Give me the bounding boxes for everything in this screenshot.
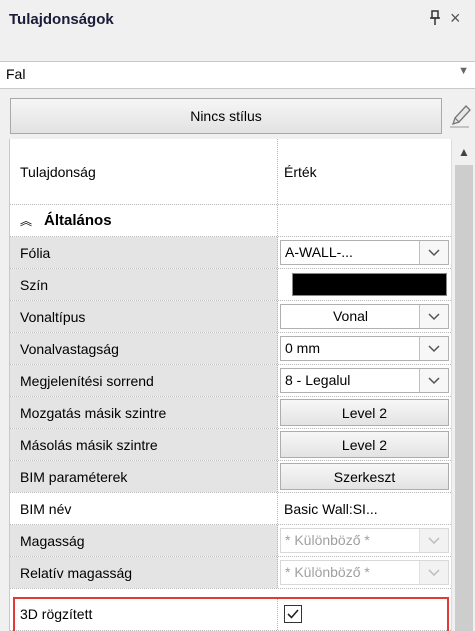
property-name: Másolás másik szintre xyxy=(10,429,278,460)
draw-order-combobox[interactable]: 8 - Legalul xyxy=(280,368,449,393)
property-grid: Tulajdonság Érték ︽ Általános Fólia A-WAL… xyxy=(9,139,451,631)
chevron-down-icon xyxy=(419,561,448,584)
style-button[interactable]: Nincs stílus xyxy=(10,98,442,134)
property-name: Relatív magasság xyxy=(10,557,278,588)
scroll-up-icon[interactable]: ▲ xyxy=(458,145,470,159)
move-to-level-button[interactable]: Level 2 xyxy=(280,399,449,426)
chevron-down-icon[interactable] xyxy=(419,337,448,360)
pencil-icon[interactable] xyxy=(447,102,473,130)
relative-height-combobox: * Különböző * xyxy=(280,560,449,585)
relative-height-value: * Különböző * xyxy=(285,564,370,580)
section-general[interactable]: ︽ Általános xyxy=(10,205,451,237)
grid-header-row: Tulajdonság Érték xyxy=(10,139,451,205)
fixed-3d-checkbox[interactable] xyxy=(284,604,302,623)
chevron-down-icon: ▼ xyxy=(458,65,469,77)
layer-value: A-WALL-... xyxy=(285,244,353,260)
property-row-megjelenitesi-sorrend: Megjelenítési sorrend 8 - Legalul xyxy=(10,365,451,397)
chevron-down-icon xyxy=(419,529,448,552)
copy-to-level-button[interactable]: Level 2 xyxy=(280,431,449,458)
height-combobox: * Különböző * xyxy=(280,528,449,553)
property-row-szin: Szín xyxy=(10,269,451,301)
property-row-masolas: Másolás másik szintre Level 2 xyxy=(10,429,451,461)
property-name: 3D rögzített xyxy=(10,597,278,630)
edit-bim-parameters-button[interactable]: Szerkeszt xyxy=(280,463,449,490)
property-name: Vonaltípus xyxy=(10,301,278,332)
property-row-vonaltipus: Vonaltípus Vonal xyxy=(10,301,451,333)
property-row-magassag: Magasság * Különböző * xyxy=(10,525,451,557)
panel-title: Tulajdonságok xyxy=(9,11,114,28)
property-row-bim-nev: BIM név Basic Wall:SI... xyxy=(10,493,451,525)
style-button-label: Nincs stílus xyxy=(190,108,262,124)
property-name: Mozgatás másik szintre xyxy=(10,397,278,428)
layer-combobox[interactable]: A-WALL-... xyxy=(280,240,449,265)
property-name: BIM név xyxy=(10,493,278,524)
property-row-folia: Fólia A-WALL-... xyxy=(10,237,451,269)
lineweight-combobox[interactable]: 0 mm xyxy=(280,336,449,361)
pin-icon[interactable] xyxy=(428,10,442,26)
vertical-scrollbar[interactable]: ▲ xyxy=(451,139,475,631)
section-title: Általános xyxy=(44,212,112,229)
draw-order-value: 8 - Legalul xyxy=(285,372,351,388)
property-row-vonalvastagsag: Vonalvastagság 0 mm xyxy=(10,333,451,365)
property-name: Magasság xyxy=(10,525,278,556)
bim-name-value[interactable]: Basic Wall:SI... xyxy=(278,501,378,517)
chevron-down-icon[interactable] xyxy=(419,369,448,392)
object-type-value: Fal xyxy=(6,66,26,82)
property-name: Vonalvastagság xyxy=(10,333,278,364)
property-name: Szín xyxy=(10,269,278,300)
checkmark-icon xyxy=(287,608,299,619)
property-name: Fólia xyxy=(10,237,278,268)
property-row-bim-parameterek: BIM paraméterek Szerkeszt xyxy=(10,461,451,493)
height-value: * Különböző * xyxy=(285,532,370,548)
column-header-property: Tulajdonság xyxy=(10,139,278,204)
property-row-mozgatas: Mozgatás másik szintre Level 2 xyxy=(10,397,451,429)
object-type-dropdown[interactable]: Fal ▼ xyxy=(0,61,475,89)
color-swatch[interactable] xyxy=(292,273,447,296)
panel-titlebar: Tulajdonságok × xyxy=(0,0,475,40)
linetype-combobox[interactable]: Vonal xyxy=(280,304,449,329)
chevron-down-icon[interactable] xyxy=(419,241,448,264)
lineweight-value: 0 mm xyxy=(285,340,320,356)
property-name: BIM paraméterek xyxy=(10,461,278,492)
close-icon[interactable]: × xyxy=(450,8,461,29)
linetype-value: Vonal xyxy=(332,308,369,324)
collapse-chevron-icon[interactable]: ︽ xyxy=(20,212,32,229)
column-header-value: Érték xyxy=(278,139,451,204)
chevron-down-icon[interactable] xyxy=(419,305,448,328)
scrollbar-thumb[interactable] xyxy=(455,165,473,631)
property-row-3d-rogzitett: 3D rögzített xyxy=(10,597,451,631)
property-row-relativ-magassag: Relatív magasság * Különböző * xyxy=(10,557,451,589)
property-name: Megjelenítési sorrend xyxy=(10,365,278,396)
